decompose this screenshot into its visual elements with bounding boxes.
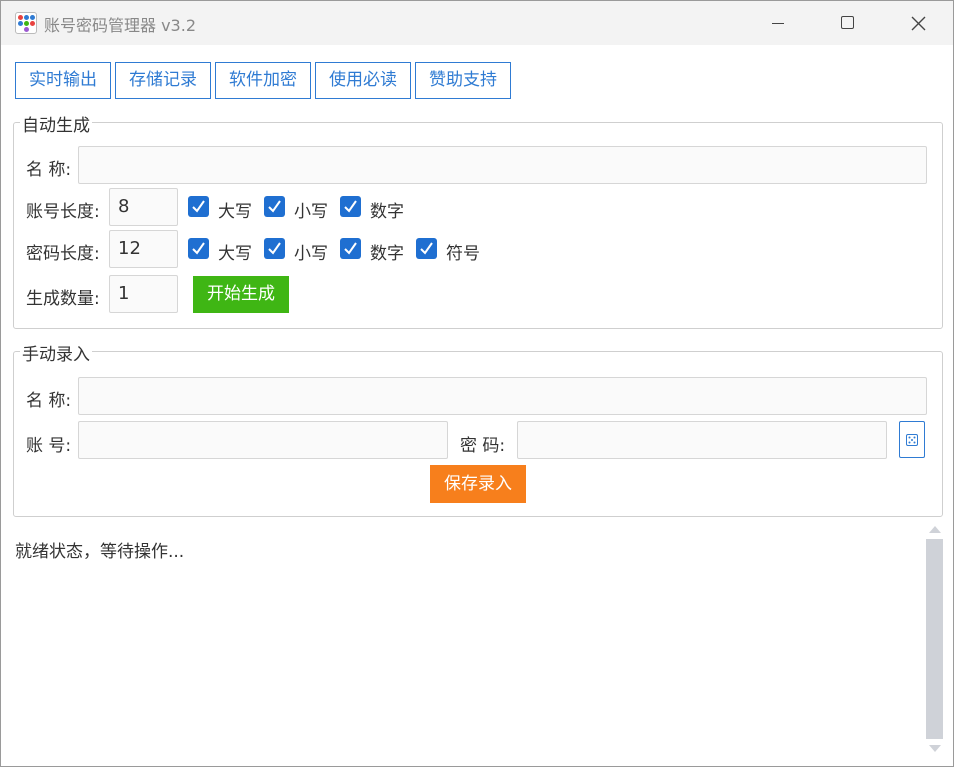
manual-name-input[interactable] [78, 377, 927, 415]
storage-records-button[interactable]: 存储记录 [115, 62, 211, 99]
checkmark-icon [192, 200, 205, 213]
checkmark-icon [192, 242, 205, 255]
auto-generate-legend: 自动生成 [20, 111, 92, 136]
manual-entry-legend: 手动录入 [20, 340, 92, 365]
must-read-button[interactable]: 使用必读 [315, 62, 411, 99]
account-lowercase-checkbox[interactable] [264, 196, 285, 217]
password-symbols-label: 符号 [446, 244, 480, 264]
generate-count-label: 生成数量: [26, 289, 100, 309]
random-password-button[interactable] [899, 421, 925, 458]
title-bar[interactable]: 账号密码管理器 v3.2 [1, 1, 953, 45]
checkmark-icon [268, 200, 281, 213]
manual-name-label: 名 称: [26, 391, 72, 411]
realtime-output-button[interactable]: 实时输出 [15, 62, 111, 99]
close-button[interactable] [883, 1, 953, 45]
password-length-label: 密码长度: [26, 244, 100, 264]
scroll-down-arrow-icon[interactable] [929, 745, 941, 752]
save-entry-button[interactable]: 保存录入 [430, 465, 526, 503]
checkmark-icon [268, 242, 281, 255]
account-uppercase-checkbox[interactable] [188, 196, 209, 217]
log-scrollbar[interactable] [926, 521, 943, 757]
close-icon [911, 16, 926, 31]
app-window: 账号密码管理器 v3.2 实时输出 存储记录 软件加密 使用必读 赞助支持 自动… [0, 0, 954, 767]
account-lowercase-label: 小写 [294, 202, 328, 222]
dice-icon [906, 434, 918, 446]
maximize-icon [841, 16, 854, 29]
auto-name-label: 名 称: [26, 160, 72, 180]
account-uppercase-label: 大写 [218, 202, 252, 222]
password-symbols-checkbox[interactable] [416, 238, 437, 259]
window-title: 账号密码管理器 v3.2 [44, 16, 197, 35]
scrollbar-thumb[interactable] [926, 539, 943, 739]
log-status-text: 就绪状态，等待操作... [15, 542, 185, 562]
checkmark-icon [344, 200, 357, 213]
minimize-icon [772, 23, 784, 24]
app-logo-icon [15, 12, 37, 34]
auto-name-input[interactable] [78, 146, 927, 184]
password-uppercase-label: 大写 [218, 244, 252, 264]
manual-password-label: 密 码: [460, 436, 506, 456]
generate-count-input[interactable]: 1 [109, 275, 178, 313]
software-encrypt-button[interactable]: 软件加密 [215, 62, 311, 99]
password-digits-checkbox[interactable] [340, 238, 361, 259]
scroll-up-arrow-icon[interactable] [929, 526, 941, 533]
maximize-button[interactable] [813, 1, 883, 45]
password-digits-label: 数字 [370, 244, 404, 264]
password-lowercase-label: 小写 [294, 244, 328, 264]
password-length-input[interactable]: 12 [109, 230, 178, 268]
manual-account-label: 账 号: [26, 436, 72, 456]
log-output-area[interactable]: 就绪状态，等待操作... [13, 521, 923, 761]
manual-password-input[interactable] [517, 421, 887, 459]
account-length-label: 账号长度: [26, 202, 100, 222]
manual-account-input[interactable] [78, 421, 448, 459]
account-length-input[interactable]: 8 [109, 188, 178, 226]
account-digits-checkbox[interactable] [340, 196, 361, 217]
start-generate-button[interactable]: 开始生成 [193, 276, 289, 313]
checkmark-icon [344, 242, 357, 255]
password-uppercase-checkbox[interactable] [188, 238, 209, 259]
minimize-button[interactable] [743, 1, 813, 45]
sponsor-support-button[interactable]: 赞助支持 [415, 62, 511, 99]
password-lowercase-checkbox[interactable] [264, 238, 285, 259]
checkmark-icon [420, 242, 433, 255]
account-digits-label: 数字 [370, 202, 404, 222]
